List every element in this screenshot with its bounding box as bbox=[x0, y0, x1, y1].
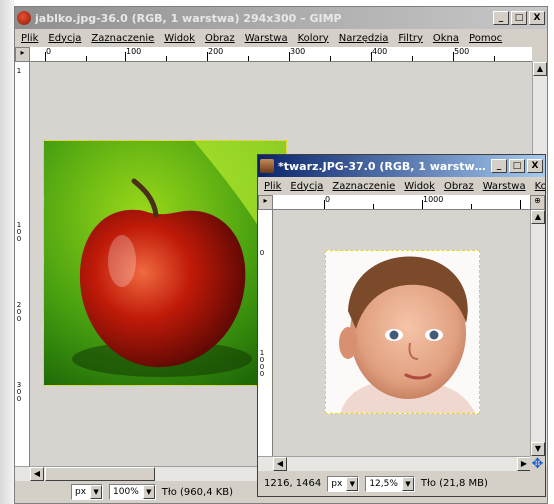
unit-select[interactable]: px ▼ bbox=[71, 484, 104, 500]
navigation-corner[interactable] bbox=[532, 47, 547, 62]
close-button[interactable]: X bbox=[527, 159, 543, 173]
scroll-up-button[interactable]: ▲ bbox=[533, 62, 547, 76]
ruler-label: 0 bbox=[325, 195, 331, 204]
chevron-down-icon: ▼ bbox=[90, 485, 103, 499]
minimize-button[interactable]: _ bbox=[491, 159, 507, 173]
horizontal-scroll-thumb[interactable] bbox=[45, 467, 155, 481]
window-title: *twarz.JPG-37.0 (RGB, 1 warstwa) 1484x15… bbox=[278, 159, 487, 173]
navigate-icon[interactable]: ✥ bbox=[530, 456, 545, 472]
unit-select[interactable]: px ▼ bbox=[327, 475, 360, 492]
scroll-down-button[interactable]: ▼ bbox=[531, 442, 545, 456]
scroll-left-button[interactable]: ◀ bbox=[273, 457, 287, 471]
gimp-app-icon bbox=[17, 11, 31, 25]
zoom-select[interactable]: 12,5% ▼ bbox=[365, 475, 415, 492]
layer-info: Tło (960,4 KB) bbox=[161, 486, 234, 498]
menu-plik[interactable]: Plik bbox=[264, 181, 281, 192]
scroll-right-button[interactable]: ▶ bbox=[517, 457, 531, 471]
unit-value: px bbox=[331, 478, 343, 489]
zoom-value: 12,5% bbox=[369, 478, 398, 489]
ruler-label: 200 bbox=[208, 47, 224, 56]
menubar: Plik Edycja Zaznaczenie Widok Obraz Wars… bbox=[258, 177, 545, 195]
menu-warstwa[interactable]: Warstwa bbox=[483, 181, 526, 192]
vertical-ruler[interactable]: 1 100 200 300 bbox=[15, 62, 30, 466]
ruler-label: 1000 bbox=[423, 195, 444, 204]
apple-image bbox=[44, 141, 286, 385]
unit-value: px bbox=[75, 487, 87, 497]
chevron-down-icon: ▼ bbox=[401, 476, 414, 491]
menu-obraz[interactable]: Obraz bbox=[205, 33, 235, 44]
menu-pomoc[interactable]: Pomoc bbox=[469, 33, 502, 44]
menu-zaznaczenie[interactable]: Zaznaczenie bbox=[332, 181, 395, 192]
menu-widok[interactable]: Widok bbox=[164, 33, 195, 44]
menu-warstwa[interactable]: Warstwa bbox=[245, 33, 288, 44]
ruler-label: 100 bbox=[126, 47, 142, 56]
ruler-label: 300 bbox=[16, 381, 22, 403]
menu-plik[interactable]: Plik bbox=[21, 33, 38, 44]
gimp-app-icon bbox=[260, 159, 274, 173]
ruler-label: 1000 bbox=[259, 349, 265, 378]
menu-zaznaczenie[interactable]: Zaznaczenie bbox=[91, 33, 154, 44]
menu-narzedzia[interactable]: Narzędzia bbox=[339, 33, 389, 44]
menu-edycja[interactable]: Edycja bbox=[48, 33, 81, 44]
menu-widok[interactable]: Widok bbox=[404, 181, 435, 192]
ruler-label: 400 bbox=[372, 47, 388, 56]
window-title: jablko.jpg-36.0 (RGB, 1 warstwa) 294x300… bbox=[35, 11, 342, 25]
menu-filtry[interactable]: Filtry bbox=[398, 33, 423, 44]
menu-obraz[interactable]: Obraz bbox=[444, 181, 474, 192]
scroll-up-button[interactable]: ▲ bbox=[531, 210, 545, 224]
ruler-label: 100 bbox=[16, 221, 22, 243]
horizontal-ruler[interactable]: 0 1000 bbox=[273, 195, 531, 210]
vertical-scrollbar[interactable]: ▲ ▼ bbox=[530, 210, 545, 456]
menubar: Plik Edycja Zaznaczenie Widok Obraz Wars… bbox=[15, 29, 547, 47]
window-titlebar[interactable]: *twarz.JPG-37.0 (RGB, 1 warstwa) 1484x15… bbox=[258, 155, 545, 177]
ruler-label: 200 bbox=[16, 301, 22, 323]
zoom-value: 100% bbox=[113, 487, 139, 497]
close-button[interactable]: X bbox=[529, 11, 545, 25]
chevron-down-icon: ▼ bbox=[142, 485, 155, 499]
menu-edycja[interactable]: Edycja bbox=[290, 181, 323, 192]
gimp-window-twarz: *twarz.JPG-37.0 (RGB, 1 warstwa) 1484x15… bbox=[257, 154, 546, 497]
maximize-button[interactable]: □ bbox=[511, 11, 527, 25]
status-bar: 1216, 1464 px ▼ 12,5% ▼ Tło (21,8 MB) bbox=[258, 471, 545, 496]
vertical-ruler[interactable]: 0 1000 bbox=[258, 210, 273, 456]
menu-kolory[interactable]: Kolory bbox=[298, 33, 329, 44]
baby-face-image bbox=[326, 251, 479, 413]
minimize-button[interactable]: _ bbox=[493, 11, 509, 25]
horizontal-ruler[interactable]: 0 100 200 300 400 500 bbox=[30, 47, 534, 62]
ruler-label: 0 bbox=[46, 47, 52, 56]
image-canvas-apple[interactable] bbox=[43, 140, 287, 386]
zoom-corner-icon[interactable]: ⊕ bbox=[530, 195, 545, 210]
image-canvas-face[interactable] bbox=[325, 250, 480, 414]
menu-okna[interactable]: Okna bbox=[433, 33, 459, 44]
canvas-area[interactable] bbox=[273, 210, 531, 456]
quick-mask-corner-button[interactable]: ▸ bbox=[15, 47, 30, 62]
zoom-select[interactable]: 100% ▼ bbox=[109, 484, 156, 500]
background-strip bbox=[0, 0, 14, 504]
ruler-label: 0 bbox=[259, 249, 265, 257]
window-titlebar[interactable]: jablko.jpg-36.0 (RGB, 1 warstwa) 294x300… bbox=[15, 7, 547, 29]
ruler-label: 1 bbox=[16, 67, 22, 75]
layer-info: Tło (21,8 MB) bbox=[420, 478, 488, 489]
scroll-left-button[interactable]: ◀ bbox=[30, 467, 44, 481]
chevron-down-icon: ▼ bbox=[346, 476, 359, 491]
pointer-coordinates: 1216, 1464 bbox=[264, 478, 322, 489]
quick-mask-corner-button[interactable]: ▸ bbox=[258, 195, 273, 210]
horizontal-scrollbar[interactable]: ◀ ▶ bbox=[258, 456, 531, 471]
menu-kolory[interactable]: Kolory bbox=[535, 181, 545, 192]
ruler-label: 500 bbox=[454, 47, 470, 56]
ruler-label: 300 bbox=[290, 47, 306, 56]
maximize-button[interactable]: □ bbox=[509, 159, 525, 173]
